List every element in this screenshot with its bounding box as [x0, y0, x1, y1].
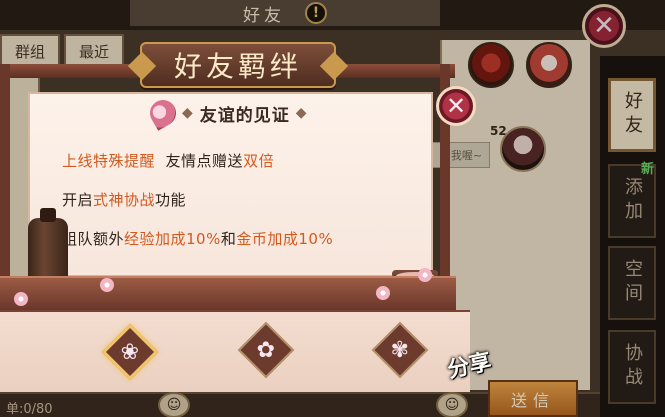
- sakura-petal-icon: [418, 268, 432, 282]
- flower-branch-icon: ✿: [256, 337, 276, 363]
- perk-text: 式神协战: [93, 191, 156, 209]
- perk-text: 上线特殊提醒: [62, 152, 156, 170]
- diamond-ornament-icon: ◆: [295, 105, 308, 121]
- card-header: ◆ 友谊的见证 ◆: [145, 95, 308, 131]
- perk-text: 双倍: [243, 152, 275, 170]
- flower-bud-icon: ❀: [120, 339, 140, 365]
- sakura-petal-icon: [376, 286, 390, 300]
- perk-text: 组队额外: [62, 230, 125, 248]
- sakura-petal-icon: [100, 278, 114, 292]
- full-blossom-icon: ✾: [390, 337, 410, 363]
- diamond-ornament-icon: ◆: [182, 105, 194, 121]
- perk-text: 友情点赠送: [155, 152, 244, 170]
- perk-text: 和: [220, 230, 237, 248]
- perk-text: 开启: [62, 191, 94, 209]
- bond-perk-line: 上线特殊提醒 友情点赠送双倍: [62, 150, 274, 171]
- perk-text: 经验加成10%: [124, 230, 221, 248]
- modal-title: 好友羁绊: [140, 42, 336, 88]
- sakura-flower-icon: [145, 95, 181, 131]
- perk-text: 金币加成10%: [236, 230, 334, 248]
- card-header-text: 友谊的见证: [199, 105, 290, 126]
- sakura-petal-icon: [14, 292, 28, 306]
- bond-perk-line: 开启式神协战功能: [62, 189, 186, 210]
- perk-text: 功能: [155, 191, 187, 209]
- close-modal-button[interactable]: ✕: [436, 86, 476, 126]
- bond-perk-line: 组队额外经验加成10%和金币加成10%: [62, 228, 333, 249]
